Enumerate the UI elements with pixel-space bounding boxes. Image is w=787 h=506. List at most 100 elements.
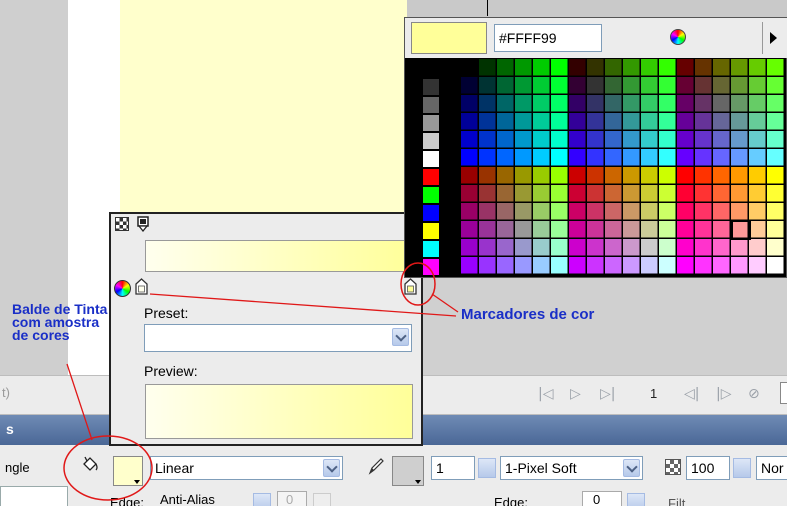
swatch-cell[interactable] [713,131,730,148]
swatch-cell[interactable] [605,257,622,274]
swatch-cell[interactable] [569,257,586,274]
swatch-cell[interactable] [749,131,766,148]
onion-outline-icon[interactable]: |▷ [716,386,731,402]
swatch-cell[interactable] [461,185,478,202]
swatch-cell[interactable] [731,113,748,130]
swatch-cell[interactable] [461,149,478,166]
swatch-cell[interactable] [423,133,439,149]
swatch-cell[interactable] [423,79,439,95]
swatch-cell[interactable] [515,167,532,184]
swatch-cell[interactable] [569,203,586,220]
swatch-cell[interactable] [641,131,658,148]
swatch-cell[interactable] [423,187,439,203]
swatch-cell[interactable] [569,131,586,148]
swatch-cell[interactable] [569,149,586,166]
swatch-cell[interactable] [479,113,496,130]
swatch-cell[interactable] [623,239,640,256]
swatch-cell[interactable] [641,149,658,166]
swatch-cell[interactable] [695,149,712,166]
swatch-cell[interactable] [695,167,712,184]
swatch-cell[interactable] [623,185,640,202]
swatch-cell[interactable] [605,149,622,166]
swatch-cell[interactable] [731,149,748,166]
swatch-cell[interactable] [533,221,550,238]
swatch-cell[interactable] [551,257,568,274]
stroke-edge-number[interactable]: 0 [582,491,622,506]
fill-edge-number[interactable]: 0 [277,491,307,506]
chevron-down-icon[interactable] [623,459,640,477]
color-swatch-grid[interactable] [420,58,786,277]
swatch-cell[interactable] [423,205,439,221]
swatch-cell[interactable] [695,185,712,202]
swatch-cell[interactable] [569,113,586,130]
alpha-dropdown[interactable] [733,458,751,478]
swatch-cell[interactable] [749,95,766,112]
swatch-cell[interactable] [623,77,640,94]
swatch-cell[interactable] [479,185,496,202]
swatch-cell[interactable] [749,203,766,220]
swatch-cell[interactable] [641,59,658,76]
gradient-bar[interactable] [145,240,413,272]
swatch-cell[interactable] [515,185,532,202]
paint-bucket-icon[interactable] [137,216,149,233]
swatch-cell[interactable] [659,131,676,148]
swatch-cell[interactable] [479,167,496,184]
color-marker-left[interactable] [135,278,148,295]
swatch-cell[interactable] [587,239,604,256]
swatch-cell[interactable] [641,95,658,112]
swatch-cell[interactable] [641,77,658,94]
swatch-cell[interactable] [497,77,514,94]
swatch-cell[interactable] [713,185,730,202]
swatch-cell[interactable] [713,257,730,274]
swatch-cell[interactable] [587,113,604,130]
swatch-cell[interactable] [587,131,604,148]
swatch-cell[interactable] [497,113,514,130]
swatch-cell[interactable] [677,185,694,202]
swatch-cell[interactable] [461,239,478,256]
swatch-cell[interactable] [605,221,622,238]
swatch-cell[interactable] [659,95,676,112]
swatch-cell[interactable] [695,203,712,220]
swatch-cell[interactable] [533,131,550,148]
swatch-cell[interactable] [533,167,550,184]
swatch-cell[interactable] [731,95,748,112]
swatch-cell[interactable] [767,131,784,148]
swatch-cell[interactable] [515,221,532,238]
swatch-cell[interactable] [551,185,568,202]
swatch-cell[interactable] [587,149,604,166]
swatch-cell[interactable] [767,113,784,130]
swatch-cell[interactable] [533,257,550,274]
swatch-cell[interactable] [623,149,640,166]
swatch-cell[interactable] [623,257,640,274]
color-wheel-icon[interactable] [670,29,686,45]
swatch-cell[interactable] [623,221,640,238]
swatch-cell[interactable] [749,77,766,94]
swatch-cell[interactable] [731,131,748,148]
swatch-cell[interactable] [677,95,694,112]
swatch-cell[interactable] [515,131,532,148]
swatch-cell[interactable] [767,167,784,184]
swatch-cell[interactable] [641,113,658,130]
swatch-cell[interactable] [551,95,568,112]
swatch-cell[interactable] [659,239,676,256]
swatch-cell[interactable] [659,257,676,274]
swatch-cell[interactable] [677,77,694,94]
step-forward-icon[interactable]: ▷| [600,386,615,402]
swatch-cell[interactable] [423,97,439,113]
swatch-cell[interactable] [461,203,478,220]
tool-size-field[interactable] [0,486,68,506]
swatch-cell[interactable] [731,59,748,76]
swatch-cell[interactable] [479,203,496,220]
swatch-cell[interactable] [713,221,730,238]
swatch-cell[interactable] [587,95,604,112]
swatch-cell[interactable] [479,221,496,238]
swatch-cell[interactable] [677,131,694,148]
play-icon[interactable]: ▷ [570,386,581,402]
swatch-cell[interactable] [605,59,622,76]
swatch-cell[interactable] [605,203,622,220]
swatch-cell[interactable] [497,131,514,148]
swatch-cell[interactable] [767,95,784,112]
swatch-cell[interactable] [659,203,676,220]
checkerboard-icon[interactable] [115,217,129,231]
swatch-cell[interactable] [713,203,730,220]
